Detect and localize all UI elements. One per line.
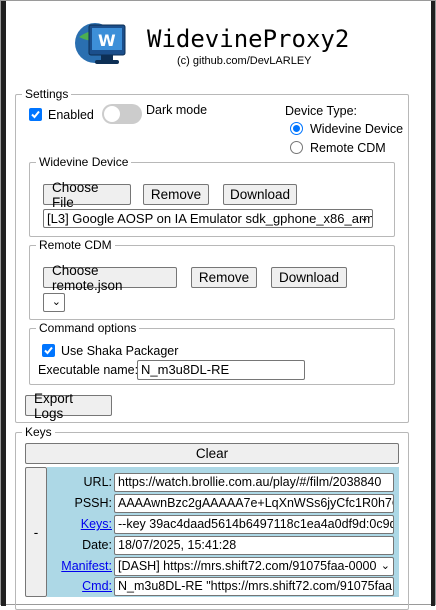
remote-cdm-select[interactable]: ⌄ — [43, 293, 65, 312]
app-title: WidevineProxy2 — [147, 25, 350, 53]
collapse-entry-button[interactable]: - — [25, 467, 47, 597]
toggle-knob — [104, 106, 120, 122]
widevine-monitor-logo-icon: W — [75, 23, 126, 64]
remove-remote-button[interactable]: Remove — [191, 267, 257, 288]
pssh-label: PSSH: — [74, 496, 112, 510]
date-field[interactable]: 18/07/2025, 15:41:28 — [114, 536, 394, 555]
check-icon — [44, 346, 53, 355]
selected-device: [L3] Google AOSP on IA Emulator sdk_gpho… — [47, 211, 373, 226]
date-label: Date: — [82, 538, 112, 552]
manifest-select[interactable]: [DASH] https://mrs.shift72.com/91075faa-… — [114, 557, 394, 576]
remote-cdm-legend: Remote CDM — [39, 238, 112, 252]
download-remote-button[interactable]: Download — [271, 267, 347, 288]
clear-keys-button[interactable]: Clear — [25, 443, 399, 464]
url-field[interactable]: https://watch.brollie.com.au/play/#/film… — [114, 473, 394, 492]
exec-name-label: Executable name: — [38, 363, 139, 377]
app-subtitle: (c) github.com/DevLARLEY — [177, 55, 312, 67]
keys-field[interactable]: --key 39ac4daad5614b6497118c1ea4a0df9d:0… — [114, 515, 394, 534]
cmd-link[interactable]: Cmd: — [82, 579, 112, 593]
enabled-label[interactable]: Enabled — [48, 108, 94, 122]
device-type-label: Device Type: — [285, 104, 358, 118]
download-device-button[interactable]: Download — [223, 184, 297, 205]
manifest-link[interactable]: Manifest: — [61, 559, 112, 573]
url-label: URL: — [83, 475, 112, 489]
chevron-down-icon: ⌄ — [51, 296, 61, 308]
radio-widevine-device[interactable] — [290, 122, 303, 135]
popup-window: W WidevineProxy2 (c) github.com/DevLARLE… — [0, 0, 436, 610]
use-shaka-label[interactable]: Use Shaka Packager — [61, 344, 178, 358]
remove-device-button[interactable]: Remove — [143, 184, 209, 205]
widevine-device-select[interactable]: [L3] Google AOSP on IA Emulator sdk_gpho… — [43, 209, 373, 228]
header: W WidevineProxy2 (c) github.com/DevLARLE… — [71, 15, 371, 75]
command-options-legend: Command options — [39, 321, 137, 335]
use-shaka-checkbox[interactable] — [42, 344, 55, 357]
svg-text:W: W — [98, 31, 116, 50]
widevine-device-legend: Widevine Device — [39, 155, 129, 169]
radio-widevine-device-label[interactable]: Widevine Device — [310, 122, 403, 136]
radio-remote-cdm[interactable] — [290, 141, 303, 154]
pssh-field[interactable]: AAAAwnBzc2gAAAAA7e+LqXnWSs6jyCfc1R0h7QAA… — [114, 494, 394, 513]
keys-legend: Keys — [25, 425, 52, 439]
chevron-down-icon: ⌄ — [380, 558, 390, 575]
check-icon — [31, 110, 40, 119]
enabled-checkbox[interactable] — [29, 108, 42, 121]
settings-legend: Settings — [25, 87, 69, 101]
dark-mode-label: Dark mode — [146, 103, 208, 117]
manifest-value: [DASH] https://mrs.shift72.com/91075faa-… — [118, 559, 377, 573]
cmd-field[interactable]: N_m3u8DL-RE "https://mrs.shift72.com/910… — [114, 577, 394, 596]
exec-name-input[interactable]: N_m3u8DL-RE — [137, 360, 305, 380]
keys-link[interactable]: Keys: — [81, 517, 112, 531]
export-logs-button[interactable]: Export Logs — [25, 391, 112, 421]
choose-file-button[interactable]: Choose File — [43, 180, 131, 210]
radio-remote-cdm-label[interactable]: Remote CDM — [310, 141, 386, 155]
key-entry: URL: https://watch.brollie.com.au/play/#… — [47, 467, 399, 597]
dark-mode-toggle[interactable] — [102, 104, 142, 124]
choose-remote-json-button[interactable]: Choose remote.json — [43, 263, 177, 293]
chevron-down-icon: ⌄ — [359, 212, 369, 224]
